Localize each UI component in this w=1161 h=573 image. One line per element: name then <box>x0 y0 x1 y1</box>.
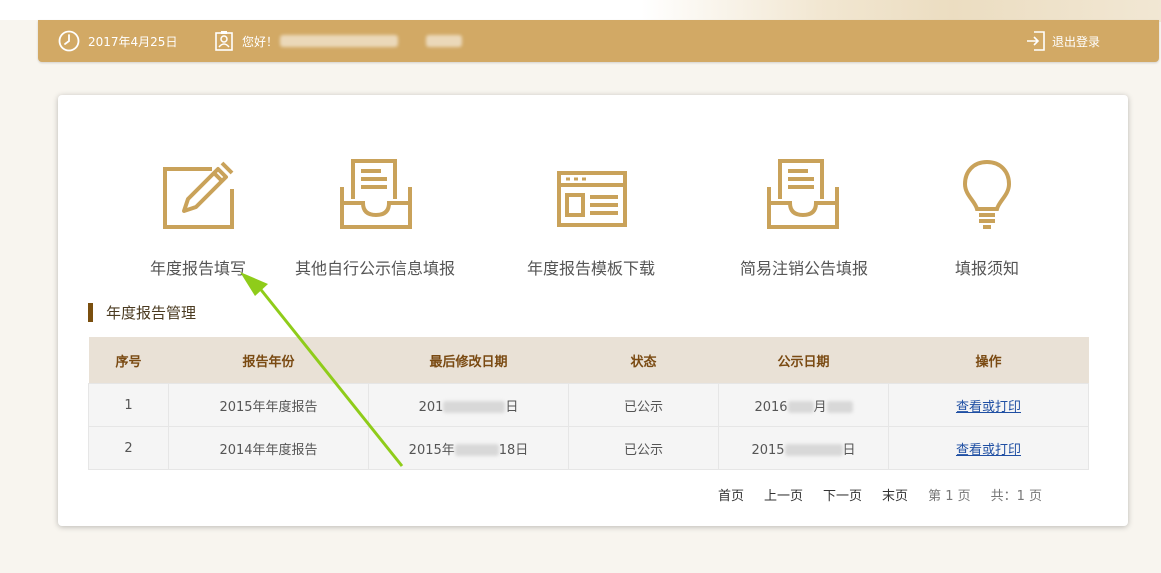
row-index: 2 <box>88 426 169 470</box>
column-header: 状态 <box>568 337 719 384</box>
table-row: 1 2015年年度报告 201 日 已公示 2016 月 查看或打印 <box>88 383 1089 427</box>
nav-annual-report-fill[interactable] <box>162 159 236 231</box>
action-cell: 查看或打印 <box>888 383 1089 427</box>
modified-date-prefix: 201 <box>418 399 444 415</box>
logout-label: 退出登录 <box>1052 34 1101 49</box>
nav-label-filing-instructions[interactable]: 填报须知 <box>955 255 1019 279</box>
view-or-print-link[interactable]: 查看或打印 <box>956 400 1021 415</box>
redacted-date <box>826 401 853 413</box>
lightbulb-icon <box>961 159 1013 231</box>
logout-button[interactable]: 退出登录 <box>1026 20 1100 62</box>
column-header: 报告年份 <box>168 337 369 384</box>
status: 已公示 <box>568 383 719 427</box>
section-title-text: 年度报告管理 <box>106 303 197 322</box>
nav-filing-instructions[interactable] <box>961 159 1013 231</box>
inbox-tray-icon <box>339 159 413 229</box>
current-date: 2017年4月25日 <box>88 34 178 49</box>
nav-label-template-download[interactable]: 年度报告模板下载 <box>527 255 655 279</box>
prev-page-button[interactable]: 上一页 <box>764 485 803 504</box>
nav-other-disclosure[interactable] <box>339 159 413 229</box>
header-bar: 2017年4月25日 您好！ 退出登录 <box>38 20 1159 62</box>
modified-date-prefix: 2015年 <box>408 442 455 458</box>
modified-date: 2015年 18日 <box>368 426 569 470</box>
next-page-button[interactable]: 下一页 <box>823 485 862 504</box>
logout-icon <box>1026 30 1046 52</box>
redacted-date <box>454 444 499 456</box>
row-index: 1 <box>88 383 169 427</box>
last-page-button[interactable]: 末页 <box>882 485 908 504</box>
column-header: 最后修改日期 <box>368 337 569 384</box>
action-cell: 查看或打印 <box>888 426 1089 470</box>
table-header-row: 序号 报告年份 最后修改日期 状态 公示日期 操作 <box>88 337 1089 384</box>
published-date-prefix: 2016 <box>754 399 788 415</box>
table-row: 2 2014年年度报告 2015年 18日 已公示 2015 日 查看或打印 <box>88 426 1089 470</box>
nav-template-download[interactable] <box>556 159 630 229</box>
report-year: 2015年年度报告 <box>168 383 369 427</box>
published-date-prefix: 2015 <box>751 442 785 458</box>
redacted-date <box>787 401 814 413</box>
user-greeting: 您好！ <box>214 20 463 62</box>
section-title: 年度报告管理 <box>88 302 196 322</box>
view-or-print-link[interactable]: 查看或打印 <box>956 443 1021 458</box>
user-badge-icon <box>214 30 234 52</box>
report-table: 序号 报告年份 最后修改日期 状态 公示日期 操作 1 2015年年度报告 20… <box>88 337 1089 470</box>
report-year: 2014年年度报告 <box>168 426 369 470</box>
modified-date: 201 日 <box>368 383 569 427</box>
section-title-bar <box>88 302 93 322</box>
redacted-username <box>280 35 399 47</box>
current-page-info: 第 1 页 <box>928 489 971 504</box>
published-date-suffix: 月 <box>813 399 827 415</box>
nav-label-other-disclosure[interactable]: 其他自行公示信息填报 <box>295 255 455 279</box>
greeting-text: 您好！ <box>242 34 279 49</box>
nav-label-simple-cancellation[interactable]: 简易注销公告填报 <box>740 255 868 279</box>
template-window-icon <box>556 159 630 229</box>
main-panel: 年度报告填写 其他自行公示信息填报 年度报告模板下载 简易注销公告填报 填报须知… <box>58 95 1128 526</box>
nav-simple-cancellation[interactable] <box>766 159 840 229</box>
status: 已公示 <box>568 426 719 470</box>
column-header: 操作 <box>888 337 1089 384</box>
column-header: 序号 <box>88 337 169 384</box>
modified-date-suffix: 日 <box>505 399 519 415</box>
published-date-suffix: 日 <box>842 442 856 458</box>
redacted-date <box>784 444 843 456</box>
decorative-pattern <box>641 0 1161 22</box>
published-date: 2016 月 <box>718 383 889 427</box>
date-display: 2017年4月25日 <box>58 20 177 62</box>
modified-date-suffix: 18日 <box>498 442 529 458</box>
nav-label-annual-report-fill[interactable]: 年度报告填写 <box>150 255 246 279</box>
redacted-name <box>426 35 463 47</box>
column-header: 公示日期 <box>718 337 889 384</box>
redacted-date <box>443 401 506 413</box>
published-date: 2015 日 <box>718 426 889 470</box>
first-page-button[interactable]: 首页 <box>718 485 744 504</box>
clock-icon <box>58 30 80 52</box>
top-decoration <box>0 0 1161 22</box>
inbox-tray-icon <box>766 159 840 229</box>
total-pages-info: 共：1 页 <box>990 489 1043 504</box>
edit-pencil-icon <box>162 159 236 231</box>
pagination: 首页 上一页 下一页 末页 第 1 页 共：1 页 <box>718 485 1062 504</box>
